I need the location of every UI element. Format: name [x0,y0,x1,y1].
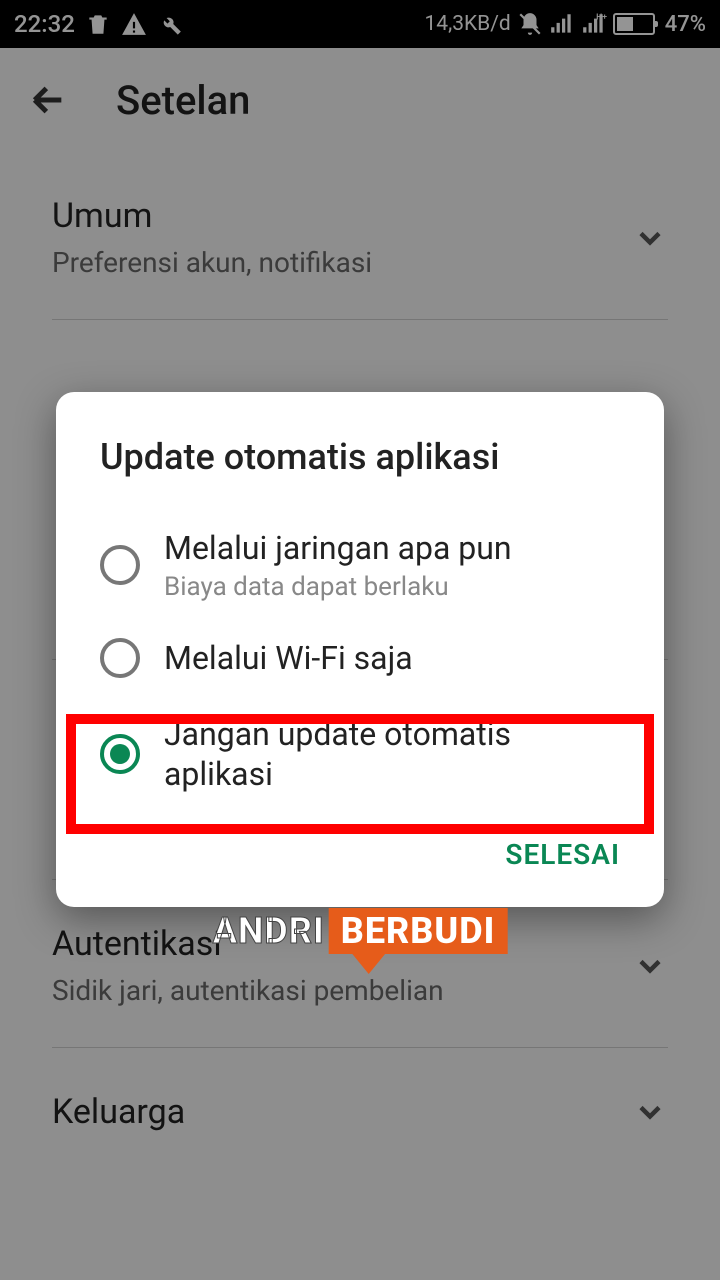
watermark-right: BERBUDI [329,908,508,954]
radio-sublabel: Biaya data dapat berlaku [164,572,512,602]
radio-label: Melalui jaringan apa pun [164,528,512,568]
radio-icon-selected [100,734,140,774]
auto-update-dialog: Update otomatis aplikasi Melalui jaringa… [56,392,664,907]
radio-any-network[interactable]: Melalui jaringan apa pun Biaya data dapa… [64,510,656,620]
watermark: ANDRI BERBUDI [213,908,508,954]
radio-icon [100,638,140,678]
done-button[interactable]: SELESAI [505,838,620,871]
radio-dont-update[interactable]: Jangan update otomatis aplikasi [64,696,656,812]
radio-icon [100,545,140,585]
dialog-title: Update otomatis aplikasi [64,436,656,510]
watermark-left: ANDRI [213,910,329,952]
radio-wifi-only[interactable]: Melalui Wi-Fi saja [64,620,656,696]
radio-label: Melalui Wi-Fi saja [164,638,413,678]
radio-label: Jangan update otomatis aplikasi [164,714,620,794]
